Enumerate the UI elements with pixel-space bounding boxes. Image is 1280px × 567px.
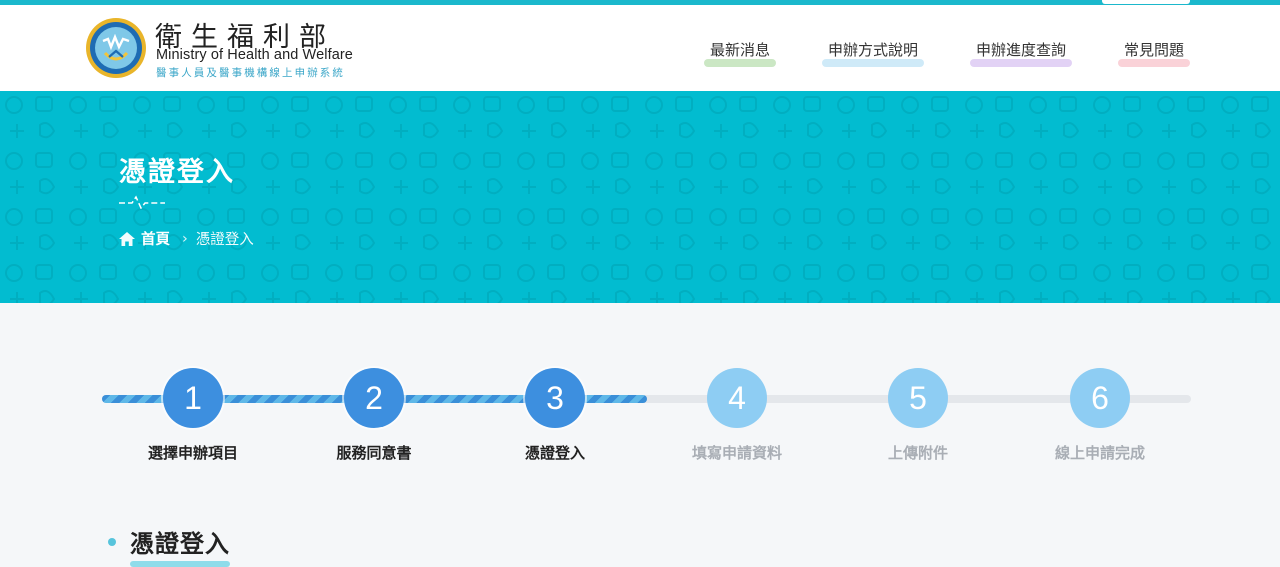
- chevron-right-icon: ›: [182, 230, 188, 247]
- hero-banner: 憑證登入 首頁 › 憑證登入: [0, 91, 1280, 303]
- step-number-circle: 5: [888, 368, 948, 428]
- nav-label: 常見問題: [1123, 41, 1184, 59]
- pulse-divider-icon: [119, 195, 165, 209]
- main-nav: 最新消息 申辦方式說明 申辦進度查詢 常見問題: [703, 39, 1190, 67]
- step-1: 1 選擇申辦項目: [123, 368, 263, 463]
- step-5: 5 上傳附件: [848, 368, 988, 463]
- nav-label: 最新消息: [709, 41, 770, 59]
- brand-name-en: Ministry of Health and Welfare: [156, 47, 353, 63]
- breadcrumb-current: 憑證登入: [195, 232, 254, 248]
- step-label: 線上申請完成: [1054, 444, 1145, 462]
- progress-stepper: 1 選擇申辦項目 2 服務同意書 3 憑證登入 4 填寫申請資料 5 上傳附件 …: [102, 368, 1192, 468]
- section-title-text: 憑證登入: [130, 530, 230, 558]
- section-title: 憑證登入: [130, 524, 230, 567]
- bullet-dot-icon: [108, 537, 116, 546]
- section-underline: [130, 561, 230, 567]
- nav-label: 申辦方式說明: [827, 41, 918, 59]
- nav-highlight: [703, 59, 776, 67]
- page-title: 憑證登入: [119, 157, 235, 188]
- brand-subtitle: 醫事人員及醫事機構線上申辦系統: [156, 67, 345, 79]
- step-label: 憑證登入: [524, 444, 585, 462]
- nav-item-faq[interactable]: 常見問題: [1117, 39, 1190, 67]
- breadcrumb-home-link[interactable]: 首頁: [141, 228, 170, 249]
- nav-highlight: [1117, 59, 1190, 67]
- nav-item-guide[interactable]: 申辦方式說明: [821, 39, 924, 67]
- hero-pattern: [0, 91, 1280, 303]
- step-label: 服務同意書: [336, 444, 412, 462]
- step-label: 上傳附件: [887, 444, 948, 462]
- step-number-circle: 3: [525, 368, 585, 428]
- nav-highlight: [969, 59, 1072, 67]
- step-label: 填寫申請資料: [691, 444, 782, 462]
- nav-highlight: [821, 59, 924, 67]
- site-header: 衛生福利部 Ministry of Health and Welfare 醫事人…: [0, 5, 1280, 91]
- step-4: 4 填寫申請資料: [667, 368, 807, 463]
- step-3: 3 憑證登入: [485, 368, 625, 463]
- step-number-circle: 2: [344, 368, 404, 428]
- ministry-logo-icon[interactable]: [85, 17, 147, 79]
- nav-item-progress-query[interactable]: 申辦進度查詢: [969, 39, 1072, 67]
- section-heading: 憑證登入: [108, 524, 230, 567]
- step-number-circle: 6: [1070, 368, 1130, 428]
- nav-label: 申辦進度查詢: [975, 41, 1066, 59]
- stepper-track: [102, 395, 1191, 403]
- top-strip-tab[interactable]: [1102, 0, 1190, 4]
- step-number-circle: 1: [163, 368, 223, 428]
- step-6: 6 線上申請完成: [1030, 368, 1170, 463]
- step-label: 選擇申辦項目: [147, 444, 238, 462]
- breadcrumb: 首頁 › 憑證登入: [119, 228, 254, 249]
- nav-item-news[interactable]: 最新消息: [703, 39, 776, 67]
- home-icon[interactable]: [119, 231, 135, 246]
- step-number-circle: 4: [707, 368, 767, 428]
- step-2: 2 服務同意書: [304, 368, 444, 463]
